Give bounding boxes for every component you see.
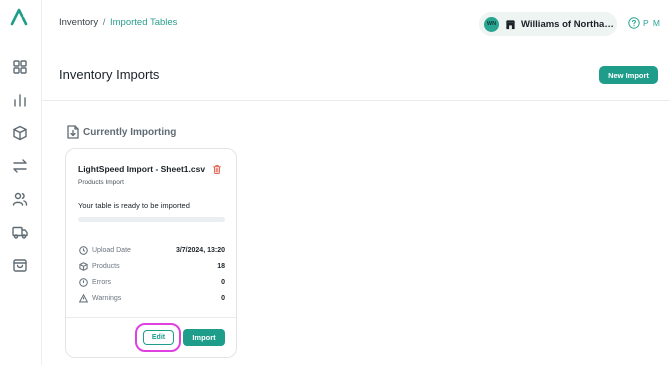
card-footer-divider: [66, 317, 236, 318]
import-card-title: LightSpeed Import - Sheet1.csv: [78, 164, 206, 174]
page-title: Inventory Imports: [59, 67, 160, 82]
trash-icon[interactable]: [213, 165, 221, 174]
box-icon: [79, 262, 88, 271]
import-card: LightSpeed Import - Sheet1.csv Products …: [65, 148, 237, 358]
stat-value: 0: [221, 279, 225, 286]
stat-value: 0: [221, 295, 225, 302]
breadcrumb-separator: /: [102, 17, 106, 28]
warning-triangle-icon: [79, 294, 88, 303]
stat-warnings: Warnings 0: [79, 294, 225, 303]
stat-value: 3/7/2024, 13:20: [175, 247, 225, 254]
store-icon: [505, 19, 516, 29]
header-divider: [42, 100, 670, 101]
import-status-text: Your table is ready to be imported: [78, 201, 190, 210]
clock-icon: [79, 246, 88, 255]
bar-chart-icon: [14, 94, 26, 107]
store-selector[interactable]: WN Williams of Northam...: [479, 12, 617, 36]
help-circle-icon: [628, 17, 640, 29]
import-card-subtitle: Products Import: [78, 179, 124, 186]
import-progress-bar: [78, 217, 225, 222]
sidebar-item-products[interactable]: [11, 124, 29, 142]
sidebar-item-transfers[interactable]: [11, 157, 29, 175]
edit-button[interactable]: Edit: [143, 330, 174, 345]
stat-value: 18: [217, 263, 225, 270]
breadcrumb-current[interactable]: Imported Tables: [110, 17, 177, 28]
stat-label: Upload Date: [92, 247, 131, 254]
sidebar-item-reports[interactable]: [11, 91, 29, 109]
app-root: Inventory / Imported Tables WN Williams …: [0, 0, 670, 365]
stat-label: Warnings: [92, 295, 122, 302]
sidebar: [0, 0, 42, 365]
help-button[interactable]: P M: [628, 17, 661, 29]
help-label: P M: [643, 18, 661, 28]
sidebar-item-shipping[interactable]: [11, 223, 29, 241]
stat-products: Products 18: [79, 262, 225, 271]
import-button[interactable]: Import: [183, 329, 225, 346]
stat-errors: Errors 0: [79, 278, 225, 287]
stat-upload-date: Upload Date 3/7/2024, 13:20: [79, 246, 225, 255]
store-name: Williams of Northam...: [521, 18, 617, 30]
new-import-button[interactable]: New Import: [599, 66, 658, 84]
logo-icon[interactable]: [10, 8, 30, 26]
grid-icon: [13, 60, 27, 74]
section-title: Currently Importing: [83, 126, 177, 138]
sidebar-item-orders[interactable]: [11, 256, 29, 274]
truck-icon: [12, 226, 28, 239]
box-icon: [13, 125, 27, 141]
breadcrumb-parent[interactable]: Inventory: [59, 17, 98, 28]
shopping-bag-icon: [13, 259, 27, 272]
stat-label: Products: [92, 263, 120, 270]
stat-label: Errors: [92, 279, 112, 286]
alert-circle-icon: [79, 278, 88, 287]
file-download-icon: [67, 125, 79, 139]
arrows-swap-icon: [13, 159, 27, 173]
section-header: Currently Importing: [67, 125, 176, 139]
sidebar-item-customers[interactable]: [11, 190, 29, 208]
breadcrumb: Inventory / Imported Tables: [59, 17, 177, 28]
sidebar-item-dashboard[interactable]: [11, 58, 29, 76]
users-icon: [12, 192, 28, 206]
store-avatar: WN: [484, 16, 499, 32]
